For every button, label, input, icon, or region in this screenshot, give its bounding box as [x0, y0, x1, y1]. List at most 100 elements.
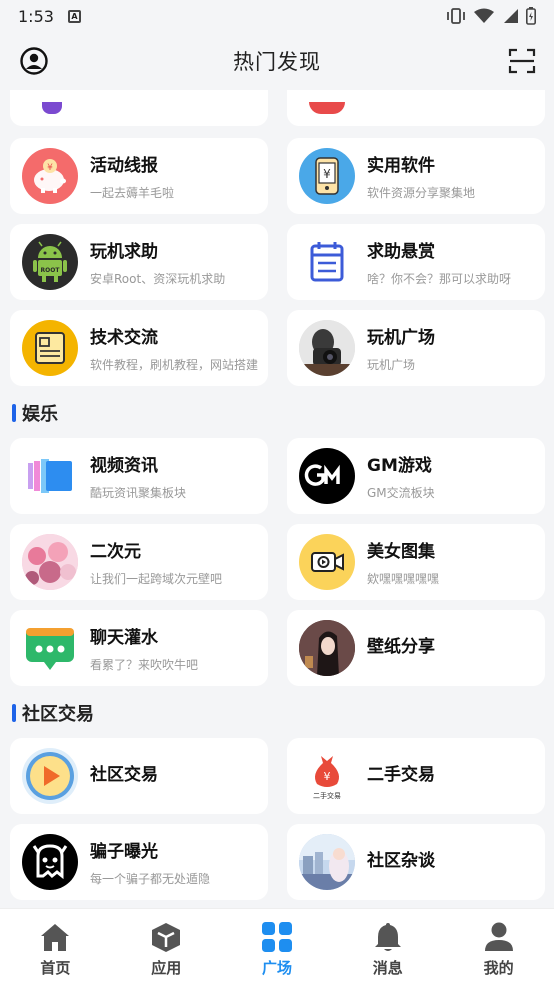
card-huodong[interactable]: ¥ 活动线报 一起去薅羊毛啦	[10, 138, 268, 214]
scan-icon[interactable]	[508, 47, 536, 75]
content-area[interactable]: ¥ 活动线报 一起去薅羊毛啦 ¥ 实用软件 软件资源分享聚集地 ROOT 玩机求…	[0, 90, 554, 908]
tab-home[interactable]: 首页	[0, 909, 111, 984]
money-bag-icon: ¥ 二手交易	[299, 748, 355, 804]
card-subtitle: 软件资源分享聚集地	[367, 186, 476, 200]
card-title: 实用软件	[367, 156, 435, 176]
partial-card-right[interactable]	[287, 90, 545, 126]
card-bizhi[interactable]: 壁纸分享	[287, 610, 545, 686]
android-root-icon: ROOT	[22, 234, 78, 290]
card-subtitle: 玩机广场	[367, 358, 416, 372]
card-title: 社区杂谈	[367, 850, 435, 871]
card-subtitle: 欸嘿嘿嘿嘿嘿	[367, 572, 440, 586]
page-title: 热门发现	[233, 50, 321, 74]
card-meinv[interactable]: 美女图集 欸嘿嘿嘿嘿嘿	[287, 524, 545, 600]
status-bar: 1:53 A	[0, 0, 554, 32]
card-subtitle: 啥？你不会？那可以求助呀	[367, 272, 512, 286]
card-ershou[interactable]: ¥ 二手交易 二手交易	[287, 738, 545, 814]
card-title: GM游戏	[367, 456, 432, 476]
card-title: 活动线报	[90, 156, 158, 176]
bottom-tab-bar: 首页 应用 广场 消息 我的	[0, 908, 554, 984]
card-title: 美女图集	[367, 542, 435, 562]
notepad-icon	[299, 234, 355, 290]
card-subtitle: GM交流板块	[367, 486, 435, 500]
card-subtitle: 每一个骗子都无处遁隐	[90, 872, 211, 886]
card-title: 玩机求助	[90, 242, 158, 262]
app-header: 热门发现	[0, 32, 554, 90]
ghost-icon	[22, 834, 78, 890]
signal-icon	[504, 9, 518, 23]
card-subtitle: 安卓Root、资深玩机求助	[90, 272, 226, 286]
card-zatan[interactable]: 社区杂谈	[287, 824, 545, 900]
home-icon	[41, 924, 70, 951]
vibrate-icon	[447, 8, 465, 24]
tab-label: 我的	[483, 959, 514, 977]
svg-text:¥: ¥	[323, 167, 331, 181]
card-gm[interactable]: GM游戏 GM交流板块	[287, 438, 545, 514]
card-title: 玩机广场	[367, 328, 435, 348]
card-liaotian[interactable]: 聊天灌水 看累了？来吹吹牛吧	[10, 610, 268, 686]
video-cards-icon	[22, 448, 78, 504]
icon-caption: 二手交易	[313, 791, 341, 800]
section-label: 娱乐	[22, 404, 58, 425]
tab-profile[interactable]: 我的	[443, 909, 554, 984]
partial-card-left[interactable]	[10, 90, 268, 126]
status-icons	[446, 7, 536, 25]
notification-a-icon: A	[67, 9, 81, 23]
tab-label: 首页	[40, 959, 71, 977]
tab-label: 广场	[261, 959, 292, 977]
tab-label: 消息	[372, 959, 403, 977]
tab-apps[interactable]: 应用	[111, 909, 222, 984]
card-title: 求助悬赏	[367, 242, 435, 262]
phone-yuan-icon: ¥	[299, 148, 355, 204]
card-title: 聊天灌水	[90, 628, 158, 648]
svg-text:¥: ¥	[324, 770, 331, 783]
card-wanji-qiuzhu[interactable]: ROOT 玩机求助 安卓Root、资深玩机求助	[10, 224, 268, 300]
card-erciyuan[interactable]: 二次元 让我们一起跨域次元壁吧	[10, 524, 268, 600]
profile-avatar-icon[interactable]	[20, 47, 48, 75]
wallpaper-avatar-icon	[299, 620, 355, 676]
svg-text:¥: ¥	[47, 163, 53, 173]
tab-label: 应用	[151, 959, 182, 977]
chat-bubble-icon	[22, 620, 78, 676]
section-accent-bar	[12, 704, 16, 722]
tab-messages[interactable]: 消息	[332, 909, 443, 984]
card-jishu-jiaoliu[interactable]: 技术交流 软件教程，刷机教程，网站搭建	[10, 310, 268, 386]
card-title: 技术交流	[90, 328, 158, 348]
gm-logo-icon	[299, 448, 355, 504]
section-header-shequ: 社区交易	[12, 701, 94, 725]
tab-square[interactable]: 广场	[222, 909, 333, 984]
card-subtitle: 酷玩资讯聚集板块	[90, 486, 187, 500]
card-shipin[interactable]: 视频资讯 酷玩资讯聚集板块	[10, 438, 268, 514]
person-icon	[484, 922, 513, 951]
section-label: 社区交易	[22, 704, 94, 725]
card-qiuzhu-xuanshang[interactable]: 求助悬赏 啥？你不会？那可以求助呀	[287, 224, 545, 300]
video-camera-icon	[299, 534, 355, 590]
cube-icon	[152, 923, 181, 952]
camera-photo-icon	[299, 320, 355, 376]
card-title: 社区交易	[90, 764, 158, 785]
section-header-yule: 娱乐	[12, 401, 58, 425]
bell-icon	[374, 923, 401, 951]
document-icon	[22, 320, 78, 376]
purple-partial-icon	[42, 102, 62, 114]
card-title: 壁纸分享	[367, 636, 435, 657]
red-partial-icon	[309, 102, 345, 114]
battery-icon	[526, 7, 536, 25]
card-subtitle: 让我们一起跨域次元壁吧	[90, 572, 223, 586]
piggy-bank-icon: ¥	[22, 148, 78, 204]
card-wanji-guangchang[interactable]: 玩机广场 玩机广场	[287, 310, 545, 386]
wifi-icon	[474, 8, 494, 23]
section-accent-bar	[12, 404, 16, 422]
card-shiyong[interactable]: ¥ 实用软件 软件资源分享聚集地	[287, 138, 545, 214]
grid-icon	[261, 922, 292, 952]
status-time: 1:53	[18, 6, 54, 26]
svg-text:ROOT: ROOT	[41, 267, 61, 274]
card-pianzi[interactable]: 骗子曝光 每一个骗子都无处遁隐	[10, 824, 268, 900]
card-title: 骗子曝光	[90, 842, 158, 862]
card-subtitle: 软件教程，刷机教程，网站搭建	[90, 358, 259, 372]
card-title: 二手交易	[367, 764, 435, 785]
card-shequ-jiaoyi[interactable]: 社区交易	[10, 738, 268, 814]
card-title: 二次元	[90, 542, 141, 562]
card-subtitle: 一起去薅羊毛啦	[90, 186, 175, 200]
scenery-avatar-icon	[299, 834, 355, 890]
